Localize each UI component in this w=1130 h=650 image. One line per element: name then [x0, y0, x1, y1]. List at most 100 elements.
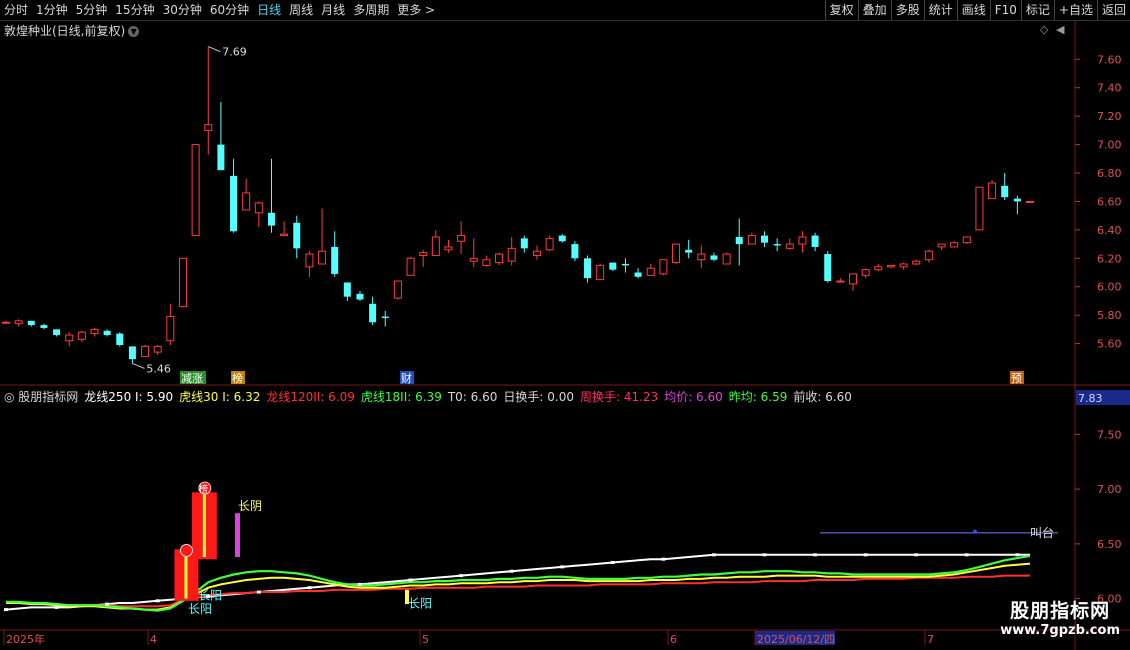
period-tab-7[interactable]: 周线: [285, 0, 317, 20]
action-button-3[interactable]: 统计: [923, 0, 957, 20]
indicator-field-6: 周换手: 41.23: [579, 390, 659, 404]
candle-body-24: [305, 253, 314, 268]
candle-body-8: [103, 330, 111, 336]
long-yang-label-3: 长阳: [408, 596, 432, 610]
ma-dot-60: [762, 553, 767, 557]
indicator-field-8: 昨均: 6.59: [728, 390, 788, 404]
period-tab-4[interactable]: 30分钟: [159, 0, 206, 20]
date-label-1: 4: [150, 633, 157, 646]
period-tabs: 分时 1分钟 5分钟 15分钟 30分钟 60分钟 日线 周线 月线 多周期 更多 >: [0, 0, 439, 20]
chevron-icon: ◀: [1056, 23, 1065, 36]
indicator-field-0: 龙线250 I: 5.90: [84, 390, 174, 404]
candle-body-49: [621, 263, 629, 266]
candle-body-47: [596, 264, 605, 281]
candle-body-32: [406, 257, 415, 276]
diamond-icon: ◇: [1040, 23, 1049, 36]
chevron-down-icon[interactable]: ▼: [128, 26, 140, 37]
candle-body-17: [217, 144, 225, 171]
period-tab-3[interactable]: 15分钟: [111, 0, 158, 20]
action-button-6[interactable]: 标记: [1020, 0, 1054, 20]
date-label-3: 6: [670, 633, 677, 646]
candle-body-4: [53, 329, 61, 336]
action-button-7[interactable]: +自选: [1053, 0, 1097, 20]
candle-body-13: [166, 316, 175, 342]
candle-body-67: [849, 273, 858, 285]
candle-body-30: [381, 316, 389, 318]
candle-body-26: [331, 246, 339, 274]
candle-body-59: [747, 235, 756, 245]
long-yang-label-1: 长阳: [188, 602, 212, 616]
indicator-title-bar: ◎ 股朋指标网 龙线250 I: 5.90 虎线30 I: 6.32 龙线120II:…: [4, 388, 858, 405]
ma-dot-12: [155, 599, 160, 603]
candle-body-46: [584, 258, 592, 279]
price-tick-label-10: 5.60: [1097, 338, 1122, 351]
main-chart-title[interactable]: 敦煌种业(日线,前复权) ▼: [4, 22, 140, 39]
candle-body-56: [710, 255, 718, 260]
candle-body-73: [924, 250, 933, 261]
candle-body-62: [785, 243, 794, 249]
candle-body-58: [735, 236, 743, 245]
indicator-name[interactable]: ◎ 股朋指标网: [4, 390, 78, 404]
long-yang-label-2: 长阳: [198, 589, 222, 603]
price-tick-label-4: 6.80: [1097, 167, 1122, 180]
ma-dot-68: [863, 553, 868, 557]
ma-dot-36: [459, 574, 464, 578]
action-button-0[interactable]: 复权: [824, 0, 858, 20]
candle-body-80: [1013, 198, 1021, 202]
date-label-4: 2025/06/12/四: [757, 633, 835, 646]
candle-body-68: [861, 269, 870, 276]
candle-body-53: [672, 243, 681, 264]
action-button-2[interactable]: 多股: [890, 0, 924, 20]
candle-body-5: [65, 334, 74, 342]
action-button-8[interactable]: 返回: [1096, 0, 1130, 20]
ma-dot-76: [964, 553, 969, 557]
period-tab-5[interactable]: 60分钟: [206, 0, 253, 20]
ma-dot-8: [105, 602, 110, 606]
candle-body-12: [153, 345, 162, 353]
period-tab-2[interactable]: 5分钟: [72, 0, 112, 20]
candle-body-63: [798, 236, 807, 245]
action-button-4[interactable]: 画线: [956, 0, 990, 20]
chart-canvas[interactable]: 7.60 7.40 7.20 7.00 6.80 6.60 6.40 6.20 6.00 5.80…: [0, 0, 1130, 650]
action-button-5[interactable]: F10: [989, 0, 1021, 20]
period-tab-0[interactable]: 分时: [0, 0, 32, 20]
event-marker-1: 榜: [232, 371, 243, 385]
candle-body-41: [520, 238, 528, 249]
candle-body-9: [116, 333, 124, 345]
candle-body-55: [697, 253, 706, 261]
candle-body-28: [356, 293, 364, 300]
ma-dot-56: [711, 553, 716, 557]
period-tab-10[interactable]: 更多 >: [393, 0, 439, 20]
period-tab-6[interactable]: 日线: [253, 0, 285, 20]
candle-body-44: [558, 235, 566, 242]
bang-badge-label: 榜: [199, 483, 208, 495]
candle-body-57: [722, 253, 731, 265]
period-tab-9[interactable]: 多周期: [349, 0, 393, 20]
candle-body-54: [685, 249, 693, 253]
candle-body-70: [886, 264, 895, 268]
stock-title: 敦煌种业(日线,前复权): [4, 24, 126, 38]
reference-dot: [973, 529, 977, 534]
candle-body-21: [267, 212, 275, 226]
watermark: 股朋指标网 www.7gpzb.com: [1000, 596, 1120, 638]
period-tab-1[interactable]: 1分钟: [32, 0, 72, 20]
candle-body-37: [469, 257, 478, 262]
candle-body-10: [128, 346, 136, 360]
candle-body-39: [495, 253, 504, 264]
date-label-0: 2025年: [6, 632, 45, 646]
long-yin-label: 长阴: [238, 499, 262, 513]
candle-body-50: [634, 272, 642, 277]
candle-body-51: [646, 267, 655, 276]
ma-dot-32: [408, 578, 413, 582]
candle-body-48: [609, 262, 617, 270]
ind-tick-label-1: 7.00: [1097, 483, 1122, 496]
candle-body-34: [431, 236, 440, 256]
price-tick-label-1: 7.40: [1097, 82, 1122, 95]
price-tick-label-0: 7.60: [1097, 53, 1122, 66]
ma-dot-40: [509, 569, 514, 573]
signal-bar-2: [202, 491, 206, 557]
candle-body-66: [836, 280, 845, 283]
action-button-1[interactable]: 叠加: [857, 0, 891, 20]
period-tab-8[interactable]: 月线: [317, 0, 349, 20]
candle-body-33: [419, 252, 428, 256]
